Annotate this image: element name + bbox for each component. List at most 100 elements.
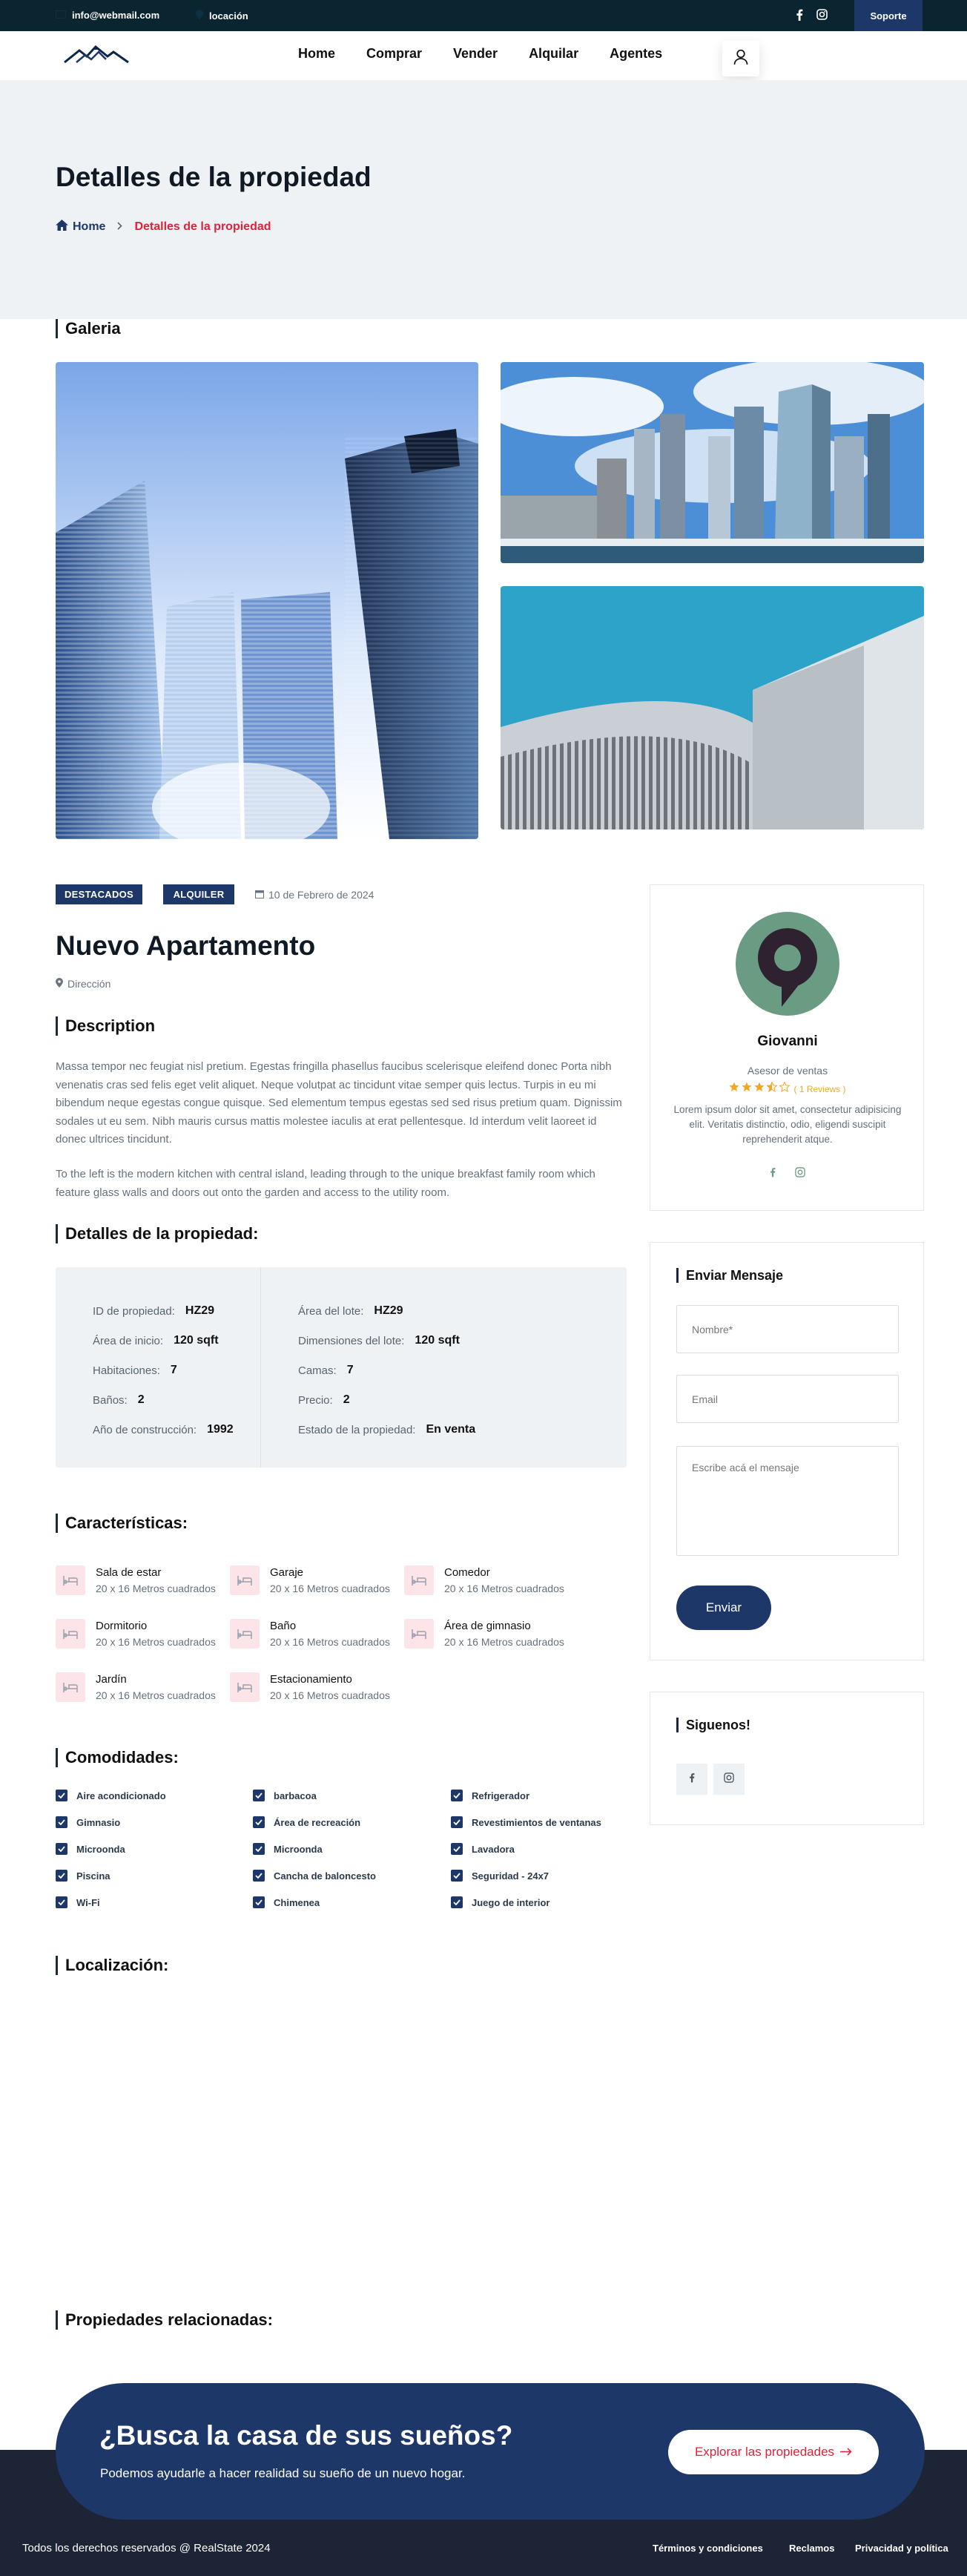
amenity-item: Revestimientos de ventanas (451, 1816, 601, 1828)
detail-value: HZ29 (185, 1304, 215, 1317)
topbar-email-text: info@webmail.com (72, 10, 160, 21)
user-icon (733, 49, 748, 69)
header: Home Comprar Vender Alquilar Agentes (0, 31, 967, 80)
home-icon (56, 220, 68, 234)
location-title: Localización: (56, 1956, 168, 1975)
logo[interactable] (63, 45, 130, 68)
breadcrumb-home[interactable]: Home (56, 220, 105, 234)
send-button[interactable]: Enviar (676, 1586, 771, 1630)
agent-role: Asesor de ventas (747, 1065, 828, 1077)
follow-card: Siguenos! (650, 1692, 924, 1825)
amenities-title: Comodidades: (56, 1748, 179, 1767)
breadcrumb-home-label: Home (73, 220, 106, 233)
amenity-item: Área de recreación (253, 1816, 360, 1828)
explore-properties-button[interactable]: Explorar las propiedades (668, 2430, 879, 2474)
amenity-label: Chimenea (274, 1896, 320, 1908)
feature-item: Área de gimnasio 20 x 16 Metros cuadrados (404, 1619, 582, 1660)
detail-row: Baños: 2 (93, 1393, 145, 1407)
amenity-item: barbacoa (253, 1790, 317, 1801)
check-icon (56, 1843, 67, 1855)
detail-row: Estado de la propiedad: En venta (298, 1423, 475, 1436)
bed-icon (230, 1672, 260, 1702)
facebook-icon[interactable] (796, 9, 803, 23)
amenity-item: Cancha de baloncesto (253, 1870, 376, 1882)
amenity-label: Área de recreación (274, 1816, 361, 1828)
feature-item: Dormitorio 20 x 16 Metros cuadrados (56, 1619, 234, 1660)
cta-banner: ¿Busca la casa de sus sueños? Podemos ay… (56, 2383, 925, 2520)
check-icon (451, 1896, 463, 1908)
feature-item: Estacionamiento 20 x 16 Metros cuadrados (230, 1672, 408, 1714)
arrow-right-icon (840, 2445, 852, 2460)
footer-link-claims[interactable]: Reclamos (789, 2543, 834, 2554)
feature-name: Comedor (444, 1566, 490, 1579)
avatar[interactable] (736, 912, 839, 1016)
explore-properties-label: Explorar las propiedades (694, 2445, 835, 2459)
gallery-photo-city-skyline[interactable] (501, 362, 924, 563)
map-pin-icon (56, 978, 63, 990)
detail-key: Dimensiones del lote: (298, 1334, 405, 1347)
nav-vender[interactable]: Vender (453, 46, 498, 62)
agent-rating: ( 1 Reviews ) (650, 1081, 925, 1096)
listing-date-text: 10 de Febrero de 2024 (268, 889, 374, 901)
amenity-item: Microonda (253, 1843, 323, 1855)
feature-size: 20 x 16 Metros cuadrados (270, 1689, 390, 1701)
instagram-icon[interactable] (795, 1167, 805, 1181)
footer-link-terms[interactable]: Términos y condiciones (653, 2543, 763, 2554)
nav-home[interactable]: Home (298, 46, 335, 62)
city-skyline-image (501, 362, 924, 563)
nav-alquilar[interactable]: Alquilar (529, 46, 578, 62)
gallery-photo-skyscrapers[interactable] (56, 362, 478, 839)
check-icon (451, 1816, 463, 1828)
details-divider (260, 1267, 261, 1468)
follow-instagram-button[interactable] (713, 1764, 745, 1795)
listing-address: Dirección (56, 978, 110, 990)
modern-building-image (501, 586, 924, 829)
user-account-button[interactable] (722, 41, 759, 76)
support-button[interactable]: Soporte (854, 0, 923, 31)
star-icon (729, 1082, 740, 1096)
amenity-item: Seguridad - 24x7 (451, 1870, 549, 1882)
check-icon (56, 1896, 67, 1908)
agent-reviews[interactable]: ( 1 Reviews ) (793, 1084, 845, 1094)
feature-size: 20 x 16 Metros cuadrados (96, 1636, 216, 1648)
location-map[interactable] (56, 1996, 627, 2293)
amenity-label: Cancha de baloncesto (274, 1870, 376, 1882)
agent-name[interactable]: Giovanni (650, 1034, 925, 1050)
nav-comprar[interactable]: Comprar (366, 46, 422, 62)
tag-rent[interactable]: ALQUILER (163, 884, 234, 904)
instagram-icon[interactable] (816, 9, 828, 22)
details-table: ID de propiedad: HZ29 Área de inicio: 120 … (56, 1267, 627, 1468)
topbar: info@webmail.com locación Soporte (0, 0, 967, 31)
detail-row: Año de construcción: 1992 (93, 1423, 234, 1436)
agent-avatar-logo-icon (758, 928, 817, 1007)
footer-link-privacy[interactable]: Privacidad y política (855, 2543, 948, 2554)
envelope-icon (56, 10, 66, 21)
topbar-email[interactable]: info@webmail.com (56, 10, 159, 21)
message-field[interactable]: Escribe acá el mensaje (676, 1446, 899, 1556)
detail-key: Habitaciones: (93, 1364, 160, 1377)
feature-item: Sala de estar 20 x 16 Metros cuadrados (56, 1565, 234, 1607)
feature-size: 20 x 16 Metros cuadrados (444, 1583, 564, 1594)
facebook-icon[interactable] (770, 1167, 776, 1181)
detail-key: Año de construcción: (93, 1423, 197, 1436)
listing-date: 10 de Febrero de 2024 (255, 889, 374, 901)
email-field[interactable]: Email (676, 1375, 899, 1423)
amenity-item: Refrigerador (451, 1790, 529, 1801)
breadcrumb-current: Detalles de la propiedad (134, 220, 271, 233)
name-field[interactable]: Nombre* (676, 1305, 899, 1353)
check-icon (253, 1843, 265, 1855)
check-icon (451, 1870, 463, 1882)
related-title: Propiedades relacionadas: (56, 2310, 273, 2330)
topbar-location[interactable]: locación (196, 10, 248, 22)
tag-featured[interactable]: DESTACADOS (56, 884, 142, 904)
amenity-label: Gimnasio (76, 1816, 121, 1828)
nav-agentes[interactable]: Agentes (610, 46, 662, 62)
detail-value: 7 (346, 1364, 354, 1376)
feature-size: 20 x 16 Metros cuadrados (270, 1583, 390, 1594)
gallery-title: Galeria (56, 319, 121, 338)
follow-facebook-button[interactable] (676, 1764, 707, 1795)
breadcrumb: Home Detalles de la propiedad (56, 220, 271, 234)
gallery-photo-modern-building[interactable] (501, 586, 924, 829)
description-paragraph-1: Massa tempor nec feugiat nisl pretium. E… (56, 1060, 622, 1146)
copyright: Todos los derechos reservados @ RealStat… (22, 2542, 271, 2554)
